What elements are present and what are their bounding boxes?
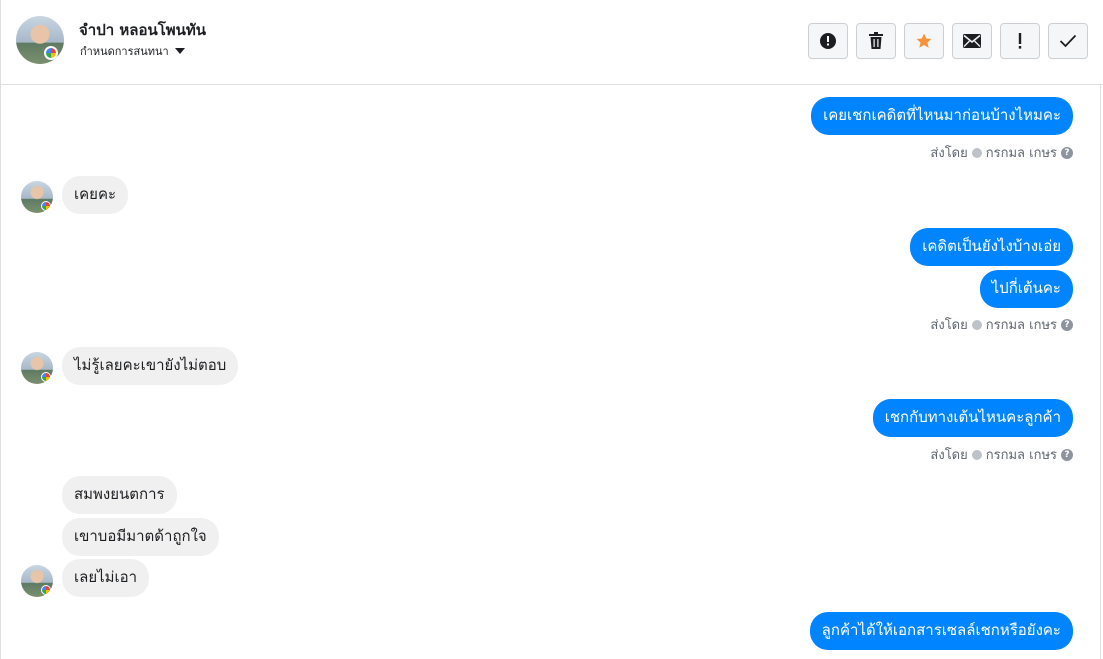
messenger-badge-icon [41,201,51,211]
verified-icon [971,147,982,158]
incoming-message[interactable]: ไม่รู้เลยคะเขายังไม่ตอบ [62,347,239,385]
mark-spam-button[interactable] [808,23,848,59]
message-thread[interactable]: เคยเชกเคดิตที่ไหนมาก่อนบ้างไหมคะ ส่งโดย … [1,86,1103,659]
outgoing-message[interactable]: ลูกค้าได้ให้เอกสารเซลล์เชกหรือยังคะ [809,612,1073,650]
exclamation-icon [1018,33,1022,49]
incoming-message[interactable]: เคยคะ [62,176,129,214]
contact-avatar[interactable] [16,16,64,64]
caret-down-icon [174,48,185,54]
sent-by-label: ส่งโดย [930,146,968,161]
check-icon [1059,34,1077,48]
sent-by-meta: ส่งโดย กรกมล เกษร ? [930,314,1073,335]
sent-by-label: ส่งโดย [930,318,968,333]
contact-avatar-small[interactable] [21,352,53,384]
outgoing-message[interactable]: เคยเชกเคดิตที่ไหนมาก่อนบ้างไหมคะ [811,97,1073,135]
contact-avatar-small[interactable] [21,565,53,597]
trash-icon [869,32,883,49]
help-icon[interactable]: ? [1061,448,1073,461]
verified-icon [971,319,982,330]
help-icon[interactable]: ? [1061,318,1073,331]
outgoing-message[interactable]: เคดิตเป็นยังไงบ้างเอ่ย [910,228,1073,266]
assign-label: กำหนดการสนทนา [80,45,169,58]
incoming-message[interactable]: สมพงยนตการ [62,476,177,514]
envelope-icon [963,34,981,48]
outgoing-message[interactable]: เชกกับทางเต้นไหนคะลูกค้า [872,399,1073,437]
alert-circle-icon [820,33,836,49]
verified-icon [971,449,982,460]
help-icon[interactable]: ? [1061,146,1073,159]
contact-avatar-small[interactable] [21,181,53,213]
delete-button[interactable] [856,23,896,59]
sender-name: กรกมล เกษร [985,318,1057,333]
toolbar [808,23,1088,59]
sent-by-meta: ส่งโดย กรกมล เกษร ? [930,142,1073,163]
messenger-badge-icon [41,372,51,382]
follow-up-button[interactable] [1000,23,1040,59]
incoming-message[interactable]: เลยไม่เอา [62,559,150,597]
sent-by-label: ส่งโดย [930,448,968,463]
messenger-badge-icon [41,585,51,595]
star-icon [916,33,932,48]
sender-name: กรกมล เกษร [985,146,1057,161]
messenger-badge-icon [44,46,58,60]
mark-unread-button[interactable] [952,23,992,59]
star-button[interactable] [904,23,944,59]
mark-done-button[interactable] [1048,23,1088,59]
assign-conversation-dropdown[interactable]: กำหนดการสนทนา [80,42,185,60]
sent-by-meta: ส่งโดย กรกมล เกษร ? [930,444,1073,465]
contact-name[interactable]: จำปา หลอนโพนทัน [79,18,206,42]
incoming-message[interactable]: เขาบอมีมาตด้าถูกใจ [62,518,219,556]
conversation-header: จำปา หลอนโพนทัน กำหนดการสนทนา [1,0,1103,85]
conversation-panel: จำปา หลอนโพนทัน กำหนดการสนทนา เคยเชกเคดิ… [0,0,1103,659]
outgoing-message[interactable]: ไปกี่เต้นคะ [979,270,1073,308]
sender-name: กรกมล เกษร [985,448,1057,463]
